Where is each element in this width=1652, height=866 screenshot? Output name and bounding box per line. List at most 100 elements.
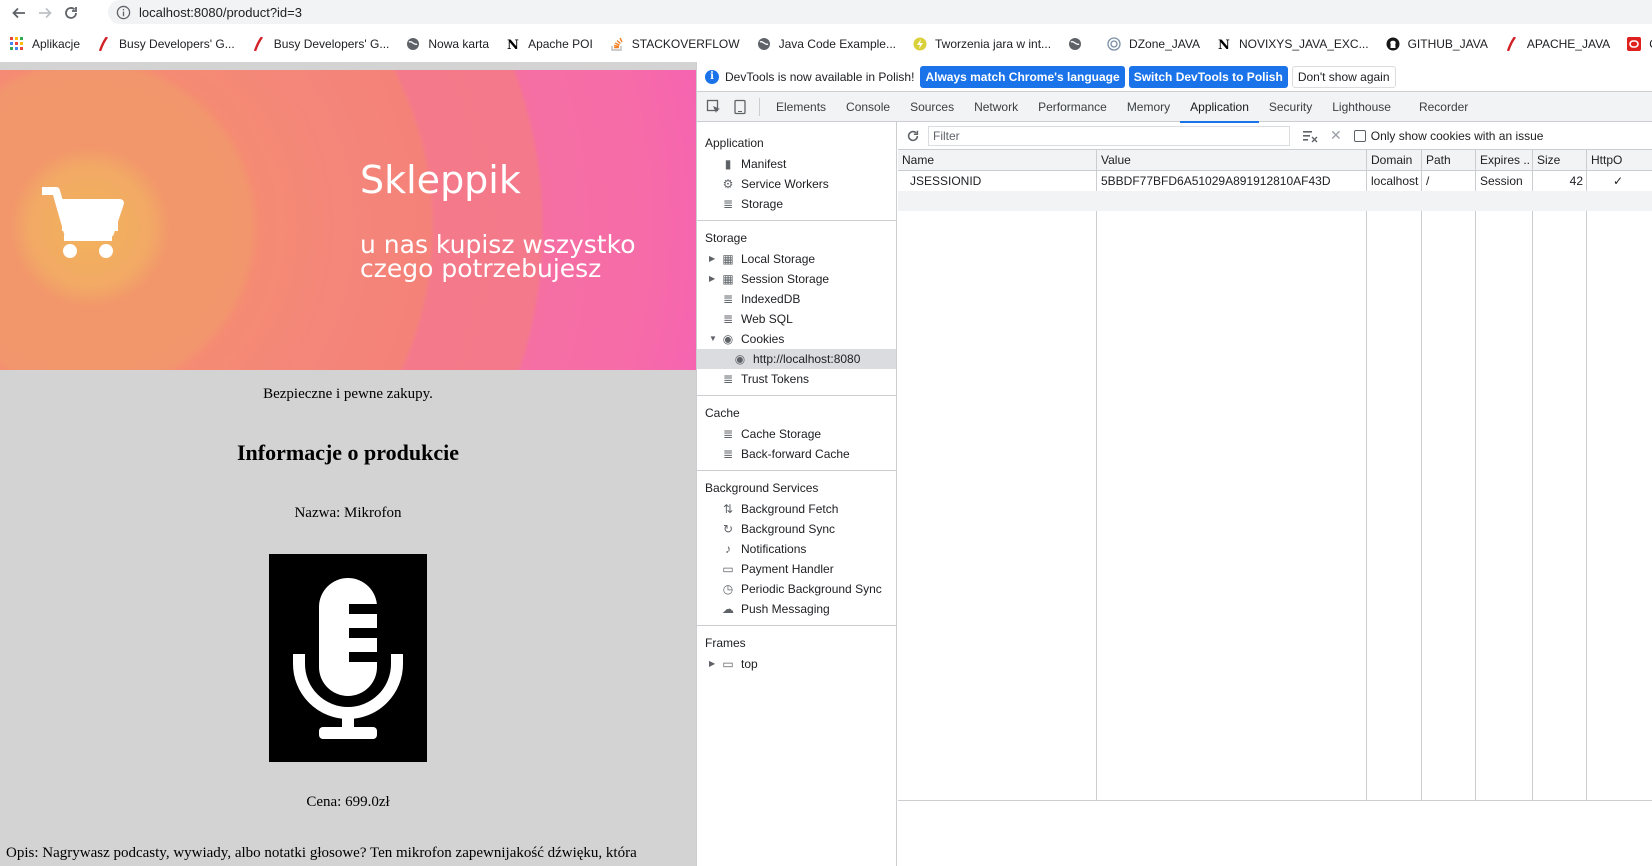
dont-show-again-button[interactable]: Don't show again [1291,65,1396,88]
info-icon: i [705,69,719,84]
sidebar-item-background-sync[interactable]: ↻ Background Sync [697,519,896,539]
tab-network[interactable]: Network [964,92,1028,122]
cookie-table: Name Value Domain Path Expires .. Size H… [898,150,1652,801]
only-issues-checkbox[interactable] [1353,129,1366,142]
device-toggle-icon[interactable] [727,94,753,120]
devtools-panel: i DevTools is now available in Polish! A… [696,62,1652,866]
sidebar-item-label: Payment Handler [741,562,834,576]
tab-performance[interactable]: Performance [1028,92,1117,122]
address-bar[interactable]: localhost:8080/product?id=3 [108,0,1652,24]
sidebar-item-indexeddb[interactable]: ≣ IndexedDB [697,289,896,309]
tab-security[interactable]: Security [1259,92,1322,122]
expand-arrow-icon[interactable]: ▶ [709,654,717,674]
column-divider [1366,150,1367,800]
bookmark-item[interactable]: APACHE_JAVA [1505,37,1610,51]
sidebar-item-trust-tokens[interactable]: ≣ Trust Tokens [697,369,896,389]
clock-icon: ◷ [722,582,734,596]
refresh-icon[interactable] [906,129,920,143]
bookmark-item[interactable]: GITHUB_JAVA [1386,37,1488,51]
section-divider [697,470,896,471]
tab-memory[interactable]: Memory [1117,92,1180,122]
sidebar-item-push-messaging[interactable]: ☁ Push Messaging [697,599,896,619]
bookmark-item[interactable]: N NOVIXYS_JAVA_EXC... [1217,37,1369,51]
section-background-services: Background Services [705,481,819,495]
clear-all-cookies-icon[interactable] [1302,129,1318,143]
tab-elements[interactable]: Elements [766,92,836,122]
column-header-name[interactable]: Name [898,150,1097,170]
sidebar-item-cookies[interactable]: ▼ ◉ Cookies [697,329,896,349]
info-icon[interactable] [116,5,131,20]
column-header-httponly[interactable]: HttpO [1587,150,1652,170]
sidebar-item-notifications[interactable]: ♪ Notifications [697,539,896,559]
feather-icon [252,37,266,51]
sidebar-item-service-workers[interactable]: ⚙ Service Workers [697,174,896,194]
filter-input[interactable] [928,125,1290,146]
tab-console[interactable]: Console [836,92,900,122]
credit-card-icon: ▭ [722,562,734,576]
bookmark-item[interactable]: STACKOVERFLOW [610,37,740,51]
switch-to-polish-button[interactable]: Switch DevTools to Polish [1128,65,1288,88]
product-description: Opis: Nagrywasz podcasty, wywiady, albo … [6,845,637,861]
sidebar-item-label: Manifest [741,157,787,171]
column-divider [1532,150,1533,800]
sidebar-item-frame-top[interactable]: ▶ ▭ top [697,654,896,674]
section-divider [697,395,896,396]
sidebar-item-periodic-background-sync[interactable]: ◷ Periodic Background Sync [697,579,896,599]
sidebar-item-cookie-origin[interactable]: ◉ http://localhost:8080 [697,349,896,369]
delete-selected-icon[interactable]: ✕ [1330,127,1342,144]
collapse-arrow-icon[interactable]: ▼ [709,329,717,349]
sidebar-item-manifest[interactable]: ▮ Manifest [697,154,896,174]
expand-arrow-icon[interactable]: ▶ [709,269,717,289]
bookmark-item[interactable]: Aplikacje [10,37,80,51]
bookmark-item[interactable] [1068,37,1090,51]
column-header-domain[interactable]: Domain [1367,150,1422,170]
cookie-value-cell: 5BBDF77BFD6A51029A891912810AF43D [1101,174,1331,188]
expand-arrow-icon[interactable]: ▶ [709,249,717,269]
bookmark-item[interactable]: Java Code Example... [757,37,896,51]
oracle-icon [1627,37,1642,51]
sidebar-item-label: Cookies [741,332,785,346]
always-match-language-button[interactable]: Always match Chrome's language [920,65,1125,88]
database-icon: ≣ [722,372,734,386]
back-button[interactable] [6,1,32,25]
bookmark-label: Busy Developers' G... [273,37,390,51]
bookmark-item[interactable]: Busy Developers' G... [97,37,235,51]
sidebar-item-local-storage[interactable]: ▶ ▦ Local Storage [697,249,896,269]
stackoverflow-icon [610,37,624,51]
tab-sources[interactable]: Sources [900,92,964,122]
sidebar-item-background-fetch[interactable]: ⇅ Background Fetch [697,499,896,519]
svg-text:N: N [1218,38,1230,51]
database-icon: ≣ [722,447,734,461]
bookmark-item[interactable]: DZone_JAVA [1107,37,1200,51]
column-header-value[interactable]: Value [1097,150,1367,170]
tab-lighthouse[interactable]: Lighthouse [1322,92,1401,122]
only-issues-label: Only show cookies with an issue [1370,128,1544,143]
tab-application[interactable]: Application [1180,92,1259,123]
bookmark-item[interactable]: Nowa karta [406,37,489,51]
bookmark-item[interactable]: Tworzenia jara w int... [913,37,1051,51]
tab-separator [759,97,760,116]
bookmark-item[interactable]: Busy Developers' G... [252,37,390,51]
column-divider [1421,150,1422,800]
bookmark-item[interactable]: ORACLE_JAVA [1627,37,1652,51]
column-header-path[interactable]: Path [1422,150,1476,170]
bookmarks-bar: Aplikacje Busy Developers' G... Busy Devel… [0,30,1652,58]
bookmark-label: APACHE_JAVA [1526,37,1611,51]
sidebar-item-back-forward-cache[interactable]: ≣ Back-forward Cache [697,444,896,464]
sidebar-item-cache-storage[interactable]: ≣ Cache Storage [697,424,896,444]
sidebar-item-storage[interactable]: ≣ Storage [697,194,896,214]
microphone-icon [293,578,403,739]
reload-button[interactable] [58,1,84,25]
sidebar-item-payment-handler[interactable]: ▭ Payment Handler [697,559,896,579]
column-header-expires[interactable]: Expires .. [1476,150,1533,170]
globe-icon [406,37,420,51]
forward-button[interactable] [32,1,58,25]
cloud-icon: ☁ [722,602,734,616]
bookmark-item[interactable]: N Apache POI [506,37,593,51]
column-header-size[interactable]: Size [1533,150,1587,170]
sidebar-item-web-sql[interactable]: ≣ Web SQL [697,309,896,329]
table-row[interactable]: JSESSIONID 5BBDF77BFD6A51029A891912810AF… [898,171,1652,191]
sidebar-item-session-storage[interactable]: ▶ ▦ Session Storage [697,269,896,289]
tab-recorder[interactable]: Recorder [1409,92,1478,122]
inspect-element-icon[interactable] [701,94,727,120]
